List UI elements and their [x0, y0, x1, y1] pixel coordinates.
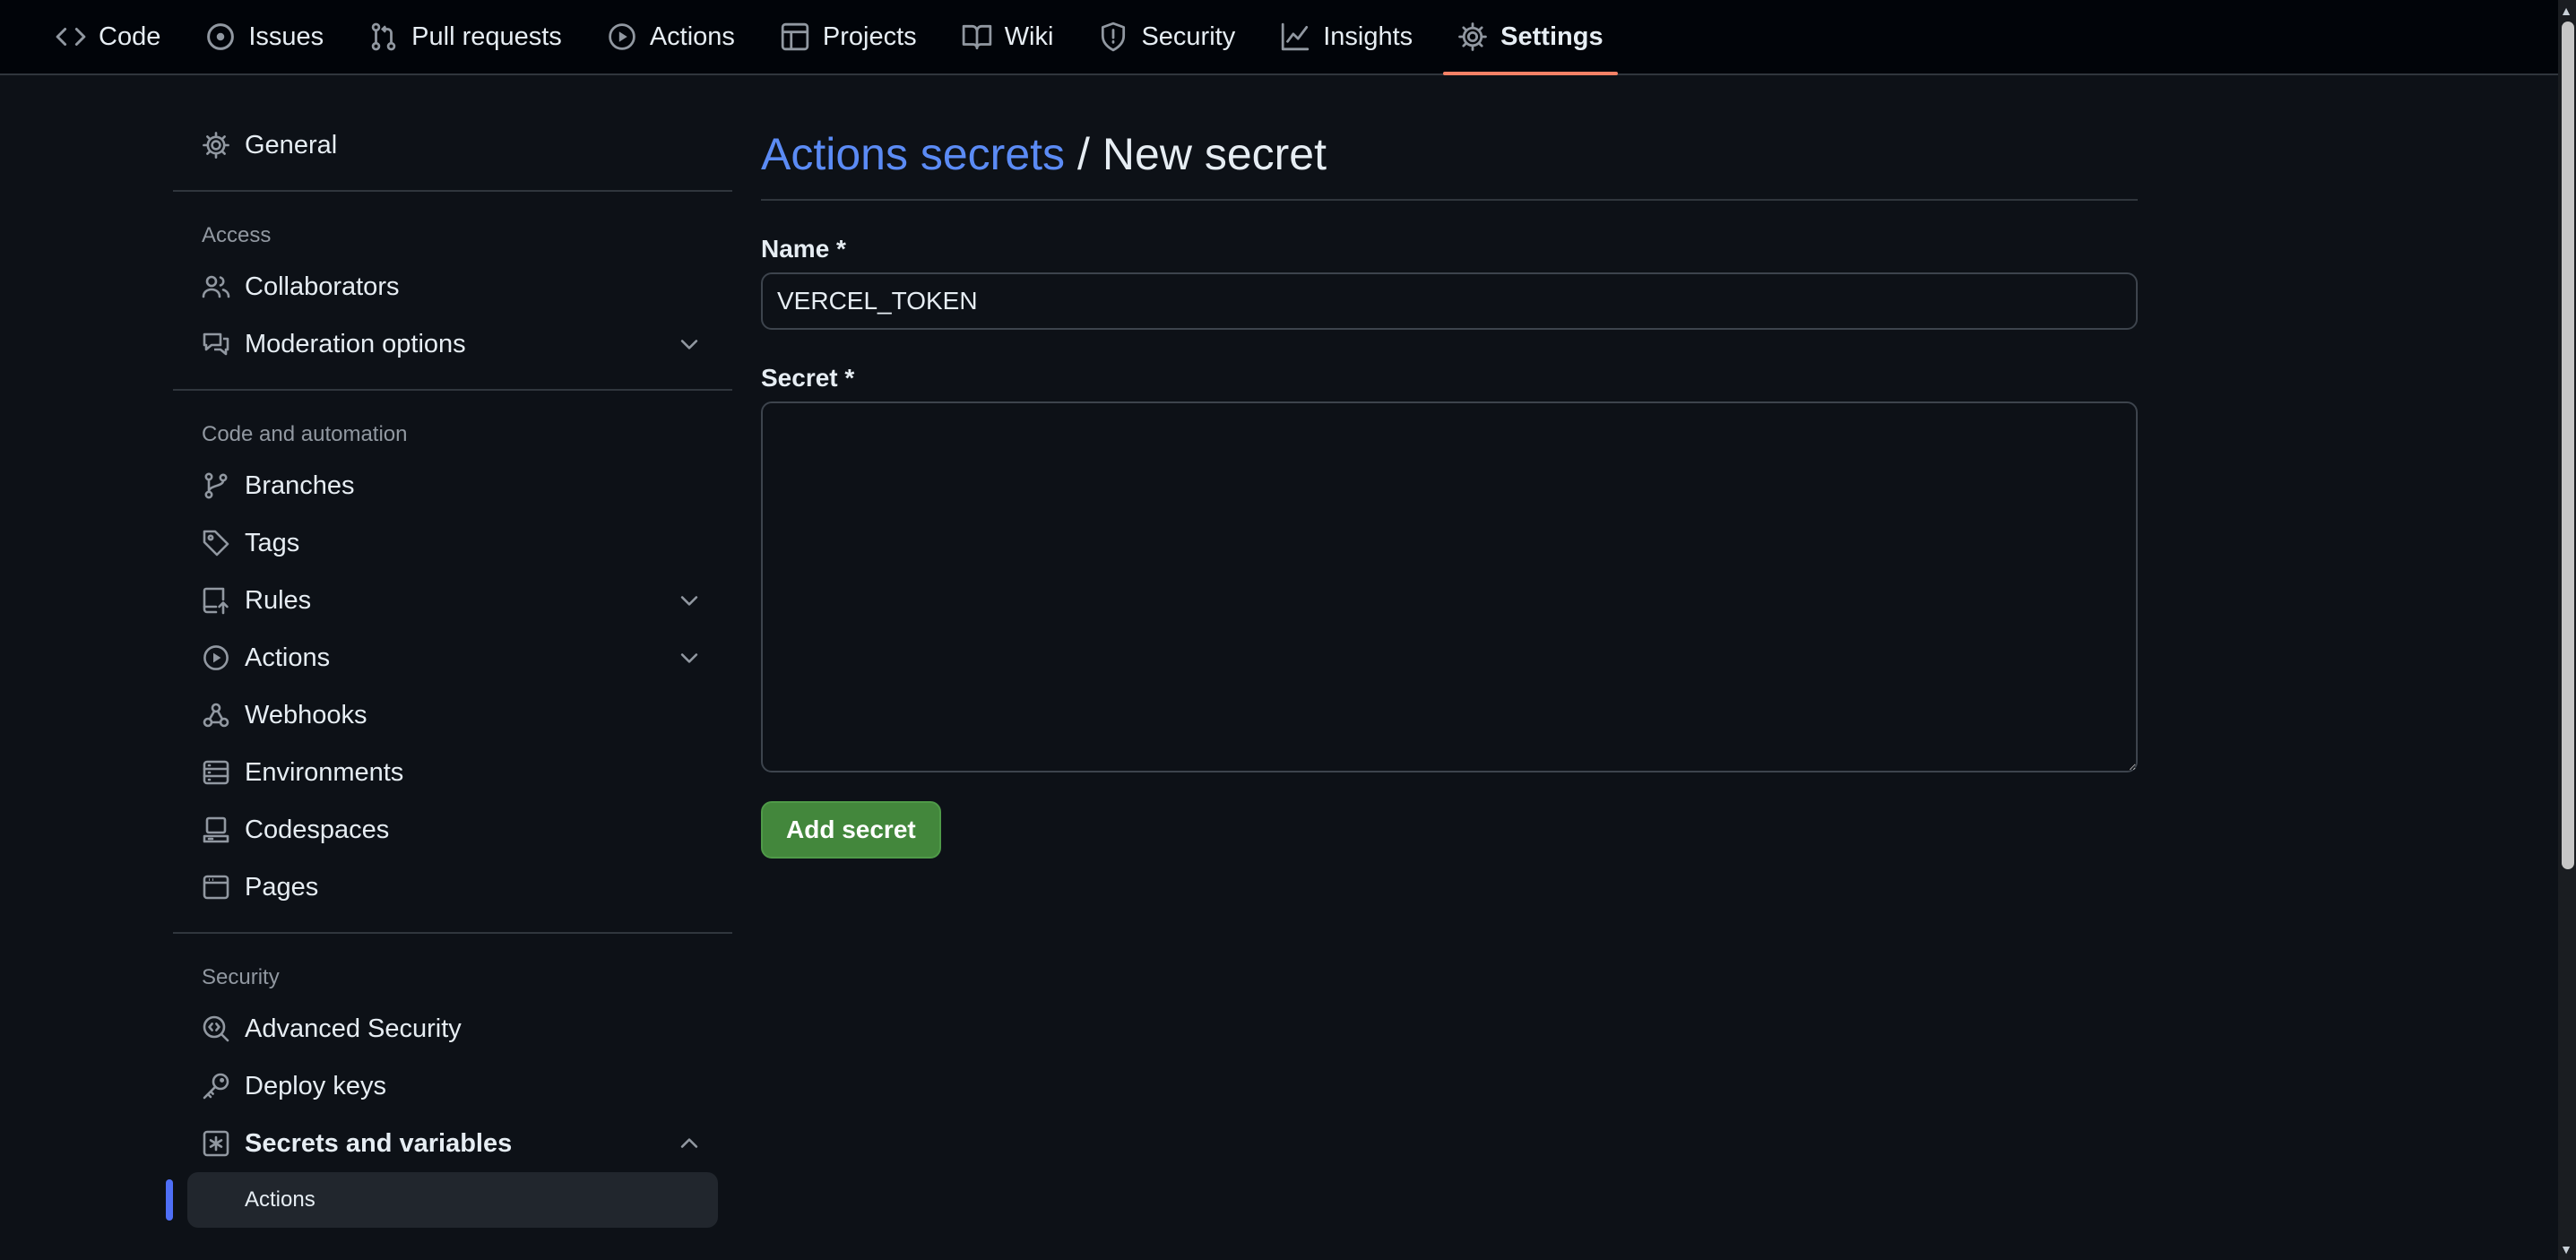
tab-settings[interactable]: Settings [1443, 0, 1618, 75]
sidebar-item-branches[interactable]: Branches [173, 457, 732, 514]
main-content: Actions secrets / New secret Name * Secr… [761, 117, 2138, 859]
sidebar-item-rules[interactable]: Rules [173, 572, 732, 629]
tab-label: Wiki [1004, 22, 1054, 51]
chevron-down-icon[interactable] [677, 588, 702, 613]
sidebar-item-label: Actions [245, 643, 331, 672]
sidebar-item-label: Collaborators [245, 272, 400, 301]
tab-label: Projects [822, 22, 917, 51]
issue-circle-icon [207, 23, 235, 50]
sidebar-item-label: Tags [245, 528, 300, 557]
repo-push-icon [203, 587, 229, 615]
sidebar-item-webhooks[interactable]: Webhooks [173, 686, 732, 744]
tab-pull-requests[interactable]: Pull requests [354, 0, 576, 73]
sidebar-item-label: Advanced Security [245, 1014, 462, 1043]
gear-icon [203, 132, 229, 159]
shield-icon [1102, 22, 1126, 52]
sidebar-item-codespaces[interactable]: Codespaces [173, 801, 732, 859]
settings-sidebar: General Access Collaborators Moderation … [166, 117, 732, 1228]
breadcrumb-current: New secret [1102, 129, 1327, 179]
sidebar-item-collaborators[interactable]: Collaborators [173, 258, 732, 315]
sidebar-item-environments[interactable]: Environments [173, 744, 732, 801]
secret-label: Secret * [761, 364, 855, 392]
sidebar-item-label: Deploy keys [245, 1071, 386, 1100]
sidebar-subitem-label: Actions [245, 1187, 316, 1212]
chevron-up-icon[interactable] [677, 1131, 702, 1156]
browser-icon [203, 875, 229, 900]
group-title-access: Access [202, 223, 272, 247]
sidebar-item-label: Codespaces [245, 815, 390, 844]
people-icon [202, 275, 230, 298]
secret-name-input[interactable] [761, 272, 2138, 330]
sidebar-subitem-actions[interactable]: Actions [166, 1172, 718, 1228]
tab-label: Security [1141, 22, 1236, 51]
divider [173, 389, 732, 391]
sidebar-item-actions[interactable]: Actions [173, 629, 732, 686]
group-title-security: Security [202, 965, 280, 989]
key-icon [203, 1073, 229, 1100]
server-icon [203, 760, 229, 785]
page-title: Actions secrets / New secret [761, 117, 2138, 201]
sidebar-item-label: Moderation options [245, 329, 466, 358]
tab-label: Actions [649, 22, 735, 51]
webhook-icon [203, 703, 229, 728]
tab-security[interactable]: Security [1084, 0, 1249, 73]
chevron-down-icon[interactable] [677, 332, 702, 357]
sidebar-item-secrets-and-variables[interactable]: Secrets and variables [173, 1115, 732, 1172]
tab-issues[interactable]: Issues [191, 0, 338, 73]
breadcrumb-actions-secrets[interactable]: Actions secrets [761, 128, 1065, 180]
sidebar-item-label: Pages [245, 872, 319, 902]
tab-label: Insights [1323, 22, 1413, 51]
play-circle-icon [609, 23, 635, 50]
sidebar-item-deploy-keys[interactable]: Deploy keys [173, 1057, 732, 1115]
scroll-up-arrow-icon[interactable]: ▲ [2560, 4, 2572, 18]
tab-label: Issues [248, 22, 324, 51]
code-icon [56, 28, 86, 46]
tab-label: Settings [1500, 22, 1604, 51]
divider [173, 190, 732, 192]
tab-label: Code [99, 22, 161, 51]
tab-code[interactable]: Code [41, 0, 175, 73]
play-circle-icon [203, 645, 229, 670]
pull-request-icon [371, 22, 396, 51]
chevron-down-icon[interactable] [677, 645, 702, 670]
scrollbar-thumb[interactable] [2562, 22, 2574, 869]
tab-actions[interactable]: Actions [592, 0, 749, 73]
sidebar-item-label: General [245, 130, 338, 160]
git-branch-icon [204, 472, 228, 499]
sidebar-item-label: Rules [245, 585, 312, 615]
sidebar-item-label: Secrets and variables [245, 1128, 513, 1158]
comment-discussion-icon [203, 332, 229, 356]
breadcrumb-separator: / [1077, 129, 1090, 179]
gear-icon [1458, 22, 1488, 51]
tab-projects[interactable]: Projects [765, 0, 931, 73]
graph-icon [1282, 22, 1310, 51]
secret-value-textarea[interactable] [761, 401, 2138, 772]
tab-label: Pull requests [411, 22, 562, 51]
scroll-down-arrow-icon[interactable]: ▼ [2560, 1242, 2572, 1256]
table-icon [781, 22, 809, 51]
sidebar-item-pages[interactable]: Pages [173, 859, 732, 916]
sidebar-item-label: Branches [245, 470, 355, 500]
tab-wiki[interactable]: Wiki [947, 0, 1068, 73]
sidebar-item-tags[interactable]: Tags [173, 514, 732, 572]
sidebar-item-advanced-security[interactable]: Advanced Security [173, 1000, 732, 1057]
repo-nav: Code Issues Pull requests Actions Projec… [0, 0, 2558, 75]
sidebar-item-label: Environments [245, 757, 404, 787]
codescan-icon [203, 1015, 229, 1042]
sidebar-item-general[interactable]: General [173, 117, 732, 174]
codespaces-icon [203, 816, 229, 843]
tag-icon [203, 530, 229, 557]
sidebar-item-moderation-options[interactable]: Moderation options [173, 315, 732, 373]
tab-insights[interactable]: Insights [1266, 0, 1427, 73]
book-icon [962, 24, 991, 50]
asterisk-icon [203, 1130, 229, 1157]
name-label: Name * [761, 235, 846, 263]
group-title-code-automation: Code and automation [202, 422, 408, 446]
page-scrollbar[interactable]: ▲ ▼ [2558, 0, 2576, 1260]
sidebar-item-label: Webhooks [245, 700, 367, 729]
divider [173, 932, 732, 934]
add-secret-button[interactable]: Add secret [761, 801, 941, 859]
